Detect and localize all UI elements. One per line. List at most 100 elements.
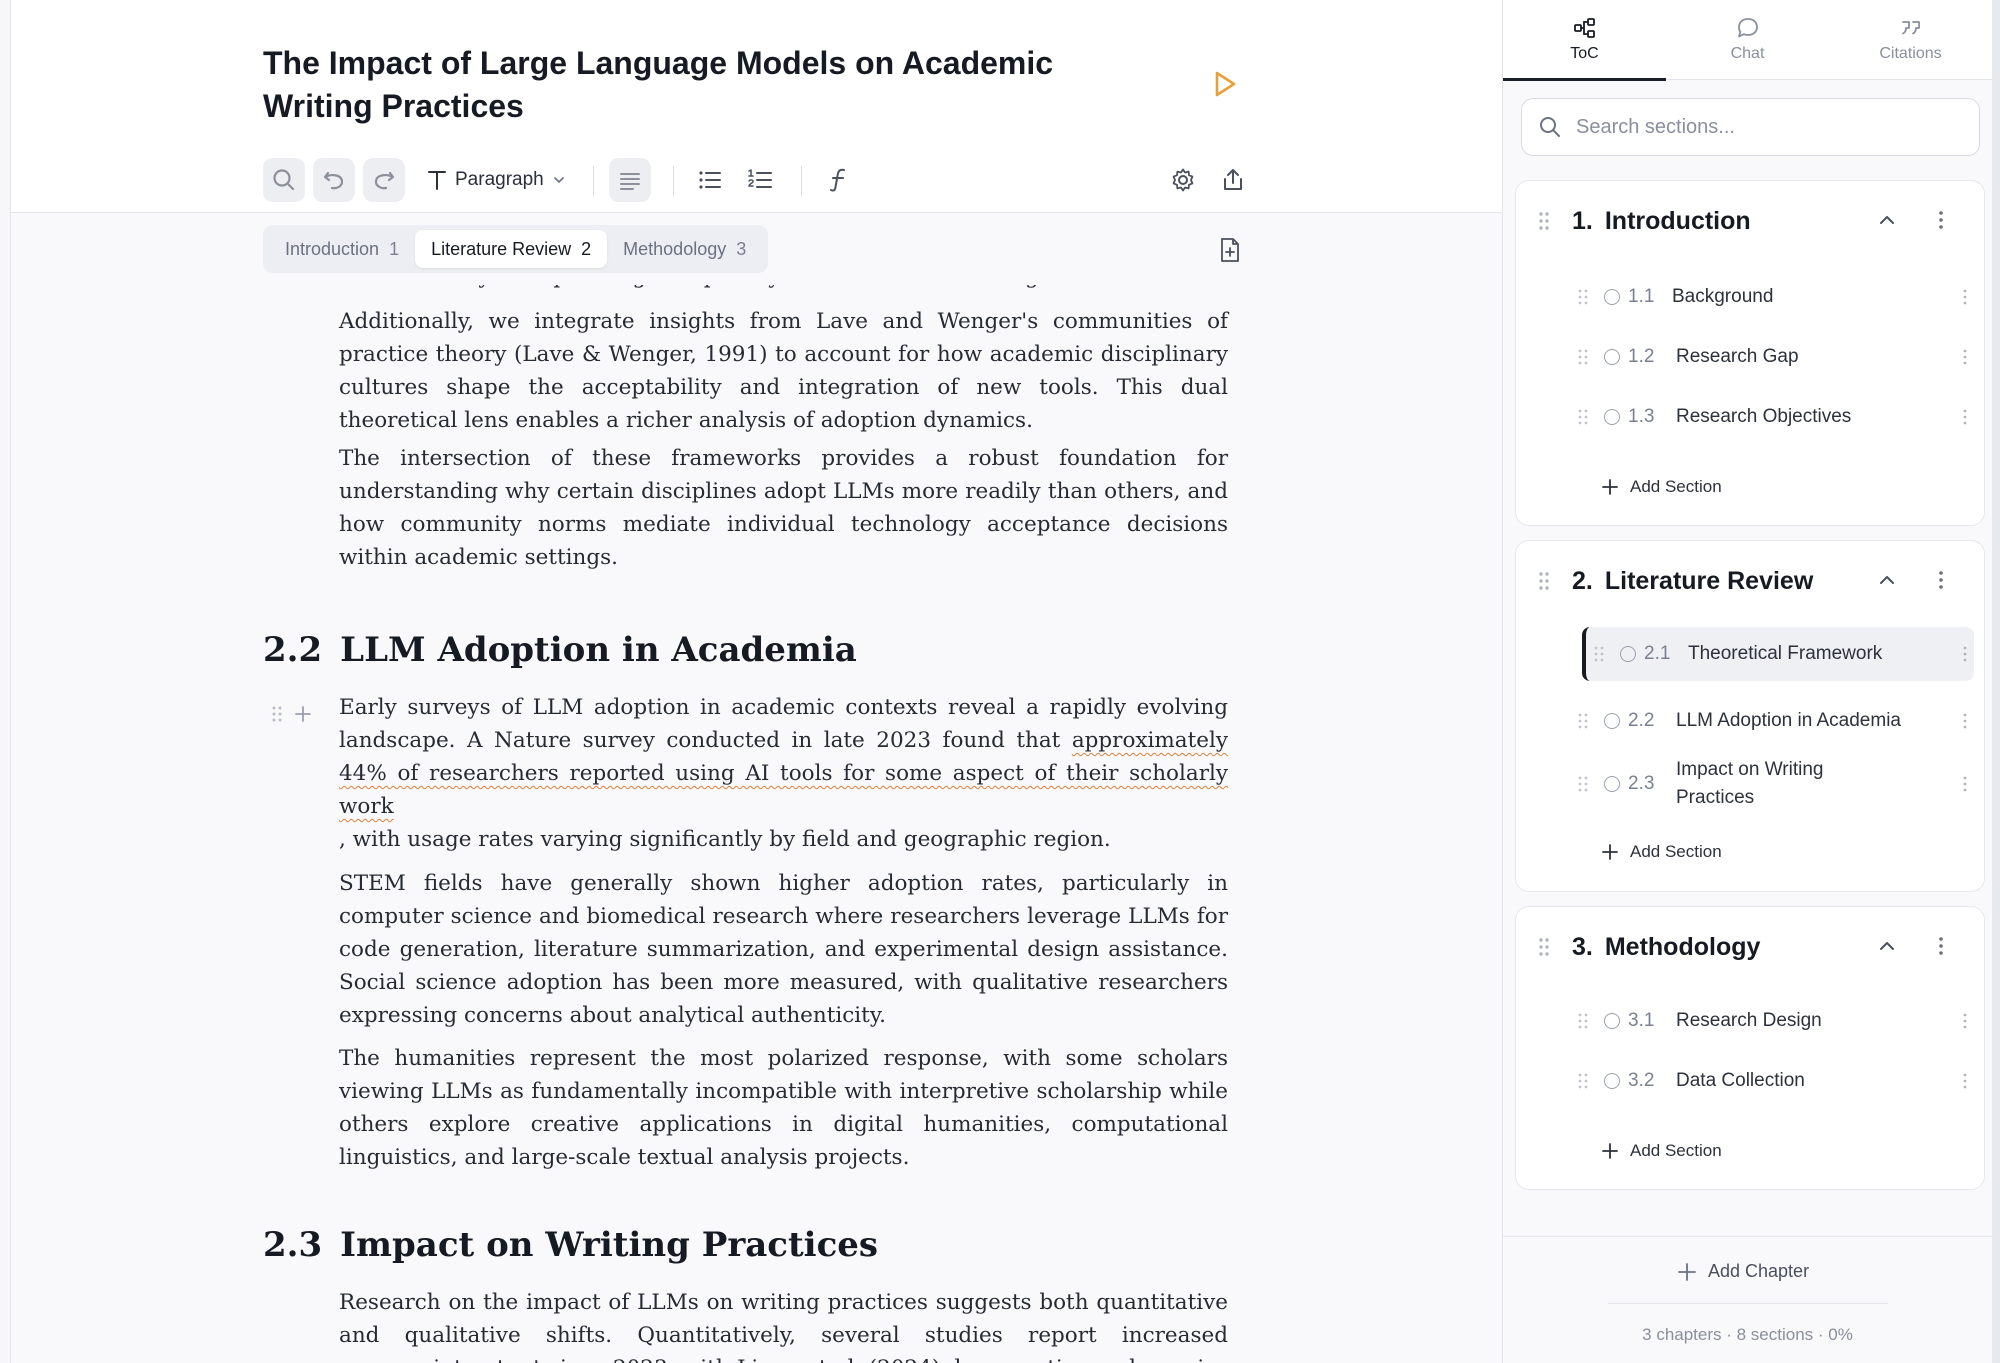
more-vertical-icon[interactable] [1958, 288, 1972, 306]
drag-handle-icon[interactable] [1538, 211, 1550, 231]
more-vertical-icon[interactable] [1958, 408, 1972, 426]
section-number: 2.3 [1628, 773, 1655, 794]
more-vertical-icon[interactable] [1930, 935, 1952, 957]
section-title: Data Collection [1676, 1070, 1805, 1091]
more-vertical-icon[interactable] [1958, 645, 1972, 663]
search-button[interactable] [263, 158, 305, 202]
drag-handle-icon[interactable] [1578, 713, 1588, 729]
tab-citations[interactable]: Citations [1829, 0, 1992, 80]
toc-section-item[interactable]: 3.1 Research Design [1578, 1001, 1970, 1041]
document-content[interactable]: framework by incorporating disciplinary … [11, 285, 1502, 1363]
add-section-button[interactable]: Add Section [1602, 477, 1722, 497]
more-vertical-icon[interactable] [1930, 209, 1952, 231]
section-title: LLM Adoption in Academia [1676, 710, 1901, 731]
toc-section-item[interactable]: 2.2 LLM Adoption in Academia [1578, 691, 1970, 751]
toc-section-item-active[interactable]: 2.1 Theoretical Framework [1582, 627, 1974, 681]
heading-title: LLM Adoption in Academia [340, 630, 857, 670]
more-vertical-icon[interactable] [1930, 569, 1952, 591]
section-search[interactable] [1521, 98, 1980, 156]
drag-handle-icon[interactable] [272, 706, 282, 722]
section-number: 2.2 [1628, 710, 1655, 731]
more-vertical-icon[interactable] [1958, 348, 1972, 366]
chevron-up-icon[interactable] [1876, 209, 1898, 231]
drag-handle-icon[interactable] [1538, 571, 1550, 591]
window-left-edge [0, 0, 11, 1363]
chevron-up-icon[interactable] [1876, 935, 1898, 957]
drag-handle-icon[interactable] [1578, 776, 1588, 792]
paragraph[interactable]: The humanities represent the most polari… [339, 1042, 1228, 1174]
search-input[interactable] [1576, 115, 1956, 139]
section-title: Impact on Writing Practices [1676, 759, 1824, 808]
drag-handle-icon[interactable] [1578, 349, 1588, 365]
tab-toc[interactable]: ToC [1503, 0, 1666, 81]
align-justify-button[interactable] [609, 158, 651, 202]
tab-label: Citations [1879, 45, 1942, 62]
add-section-button[interactable]: Add Section [1602, 1141, 1722, 1161]
toc-section-item[interactable]: 1.1 Background [1578, 277, 1970, 317]
editor-header: The Impact of Large Language Models on A… [11, 0, 1502, 213]
drag-handle-icon[interactable] [1538, 937, 1550, 957]
bullet-list-icon [699, 171, 721, 189]
section-number: 1.3 [1628, 406, 1655, 427]
section-number: 1.1 [1628, 286, 1655, 307]
chevron-up-icon[interactable] [1876, 569, 1898, 591]
paragraph[interactable]: Additionally, we integrate insights from… [339, 305, 1228, 437]
drag-handle-icon[interactable] [1578, 1013, 1588, 1029]
chapter-header[interactable]: 3. Methodology [1516, 907, 1984, 987]
document-title[interactable]: The Impact of Large Language Models on A… [263, 42, 1163, 128]
play-icon [1215, 71, 1236, 97]
toolbar-divider [801, 166, 802, 196]
chapter-header[interactable]: 1. Introduction [1516, 181, 1984, 261]
status-circle-icon [1604, 1073, 1620, 1089]
more-vertical-icon[interactable] [1958, 775, 1972, 793]
toc-section-item[interactable]: 1.2 Research Gap [1578, 337, 1970, 377]
add-section-button[interactable]: Add Section [1602, 842, 1722, 862]
tab-literature-review[interactable]: Literature Review 2 [415, 230, 608, 268]
section-title: Research Gap [1676, 346, 1799, 367]
undo-button[interactable] [313, 158, 355, 202]
section-heading-2-3[interactable]: 2.3 Impact on Writing Practices [263, 1225, 878, 1265]
section-title: Background [1672, 286, 1774, 307]
plus-icon [1602, 1143, 1618, 1159]
section-number: 1.2 [1628, 346, 1655, 367]
drag-handle-icon[interactable] [1578, 1073, 1588, 1089]
tab-chat[interactable]: Chat [1666, 0, 1829, 80]
paragraph[interactable]: , with usage rates varying significantly… [339, 823, 1228, 856]
more-vertical-icon[interactable] [1958, 712, 1972, 730]
drag-handle-icon[interactable] [1578, 289, 1588, 305]
toc-section-item[interactable]: 1.3 Research Objectives [1578, 397, 1970, 437]
drag-handle-icon[interactable] [1594, 646, 1604, 662]
toc-section-item[interactable]: 3.2 Data Collection [1578, 1061, 1970, 1101]
paragraph[interactable]: STEM fields have generally shown higher … [339, 867, 1228, 1032]
paragraph[interactable]: Early surveys of LLM adoption in academi… [339, 691, 1228, 823]
new-document-button[interactable] [1215, 235, 1245, 265]
chapter-header[interactable]: 2. Literature Review [1516, 541, 1984, 621]
formula-button[interactable] [818, 158, 860, 202]
settings-button[interactable] [1162, 158, 1204, 202]
paragraph-style-dropdown[interactable]: Paragraph [427, 158, 566, 202]
play-button[interactable] [1210, 68, 1240, 100]
tab-methodology[interactable]: Methodology 3 [607, 230, 762, 268]
redo-button[interactable] [363, 158, 405, 202]
section-heading-2-2[interactable]: 2.2 LLM Adoption in Academia [263, 630, 857, 670]
section-number: 3.1 [1628, 1010, 1655, 1031]
bullet-list-button[interactable] [689, 158, 731, 202]
toc-section-item[interactable]: 2.3 Impact on Writing Practices [1578, 754, 1970, 814]
export-button[interactable] [1212, 158, 1254, 202]
paragraph[interactable]: Research on the impact of LLMs on writin… [339, 1286, 1228, 1363]
footer-divider [1608, 1303, 1888, 1304]
paragraph[interactable]: The intersection of these frameworks pro… [339, 442, 1228, 574]
tab-introduction[interactable]: Introduction 1 [269, 230, 415, 268]
numbered-list-button[interactable] [739, 158, 781, 202]
plus-icon[interactable] [294, 705, 312, 723]
paragraph-clipped[interactable]: framework by incorporating disciplinary … [339, 285, 1228, 293]
tab-label: Introduction [285, 238, 380, 259]
drag-handle-icon[interactable] [1578, 409, 1588, 425]
more-vertical-icon[interactable] [1958, 1072, 1972, 1090]
tab-number: 3 [736, 238, 747, 259]
gear-icon [1172, 168, 1194, 192]
more-vertical-icon[interactable] [1958, 1012, 1972, 1030]
add-chapter-button[interactable]: Add Chapter [1678, 1261, 1809, 1282]
toolbar-divider [593, 166, 594, 196]
plus-icon [1602, 479, 1618, 495]
